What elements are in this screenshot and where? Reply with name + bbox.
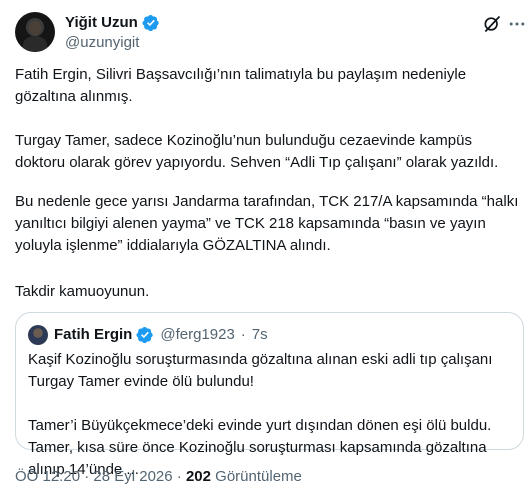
- tweet-paragraph: Turgay Tamer, sadece Kozinoğlu’nun bulun…: [15, 132, 499, 171]
- meta-separator: ·: [84, 468, 90, 485]
- quoted-tweet-card[interactable]: Fatih Ergin @ferg1923 · 7s Kaşif Kozinoğ…: [15, 312, 524, 478]
- meta-separator: ·: [176, 468, 182, 485]
- tweet-paragraph: Bu nedenle gece yarısı Jandarma tarafınd…: [15, 193, 519, 254]
- views-label: Görüntüleme: [215, 468, 302, 485]
- author-name[interactable]: Yiğit Uzun: [65, 14, 138, 32]
- quoted-tweet-header: Fatih Ergin @ferg1923 · 7s: [28, 325, 268, 345]
- verified-badge-icon: [136, 326, 154, 344]
- verified-badge-icon: [142, 14, 159, 32]
- quoted-paragraph: Kaşif Kozinoğlu soruşturmasında gözaltın…: [28, 351, 493, 390]
- author-avatar[interactable]: [15, 12, 55, 52]
- tweet-time[interactable]: ÖÖ 12:20: [15, 468, 80, 485]
- quoted-separator: ·: [240, 326, 246, 343]
- grok-icon[interactable]: [482, 14, 502, 34]
- quoted-author-name: Fatih Ergin: [54, 326, 133, 343]
- quoted-tweet-body: Kaşif Kozinoğlu soruşturmasında gözaltın…: [28, 349, 516, 481]
- author-handle[interactable]: @uzunyigit: [65, 33, 160, 53]
- author-block: Yiğit Uzun @uzunyigit: [65, 14, 160, 53]
- views-count: 202: [185, 468, 211, 485]
- tweet-paragraph: Fatih Ergin, Silivri Başsavcılığı’nın ta…: [15, 66, 467, 105]
- tweet-meta: ÖÖ 12:20 · 28 Eyl 2026 · 202 Görüntüleme: [15, 467, 302, 487]
- more-icon[interactable]: [507, 14, 527, 34]
- tweet-paragraph: Takdir kamuoyunun.: [15, 283, 150, 300]
- quoted-author-avatar: [28, 325, 48, 345]
- tweet-date[interactable]: 28 Eyl 2026: [93, 468, 172, 485]
- quoted-time: 7s: [251, 326, 268, 343]
- quoted-author-handle: @ferg1923: [160, 326, 235, 343]
